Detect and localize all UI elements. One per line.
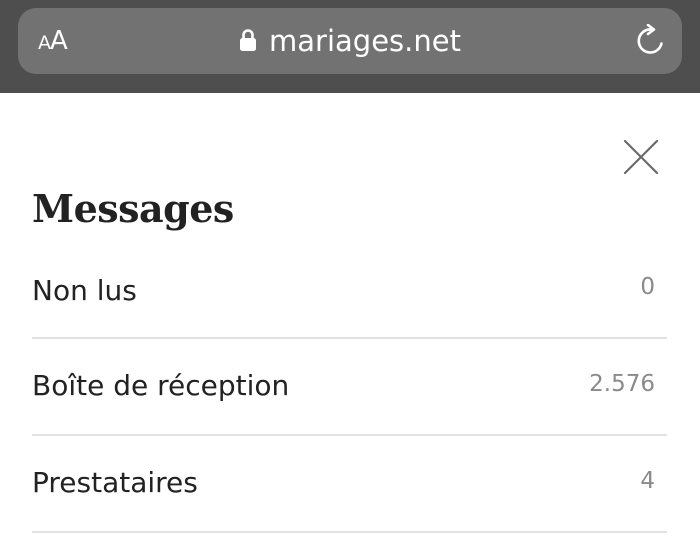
list-item-count: 2.576 <box>589 371 655 397</box>
list-item-count: 0 <box>640 274 655 300</box>
list-item-label: Prestataires <box>32 466 198 499</box>
list-item-count: 4 <box>640 468 655 494</box>
browser-toolbar: AA mariages.net <box>0 0 700 93</box>
list-item-label: Boîte de réception <box>32 369 290 402</box>
reload-icon[interactable] <box>634 24 668 58</box>
close-icon[interactable] <box>622 138 660 176</box>
list-item-label: Non lus <box>32 274 137 307</box>
list-item-non-lus[interactable]: Non lus 0 <box>32 242 667 339</box>
panel-title: Messages <box>32 186 234 231</box>
url-text: mariages.net <box>269 24 461 58</box>
list-item-prestataires[interactable]: Prestataires 4 <box>32 436 667 533</box>
address-bar[interactable]: AA mariages.net <box>18 8 682 74</box>
list-item-boite-de-reception[interactable]: Boîte de réception 2.576 <box>32 339 667 436</box>
lock-icon <box>240 29 257 51</box>
url-display[interactable]: mariages.net <box>18 8 682 74</box>
messages-list: Non lus 0 Boîte de réception 2.576 Prest… <box>32 242 667 533</box>
